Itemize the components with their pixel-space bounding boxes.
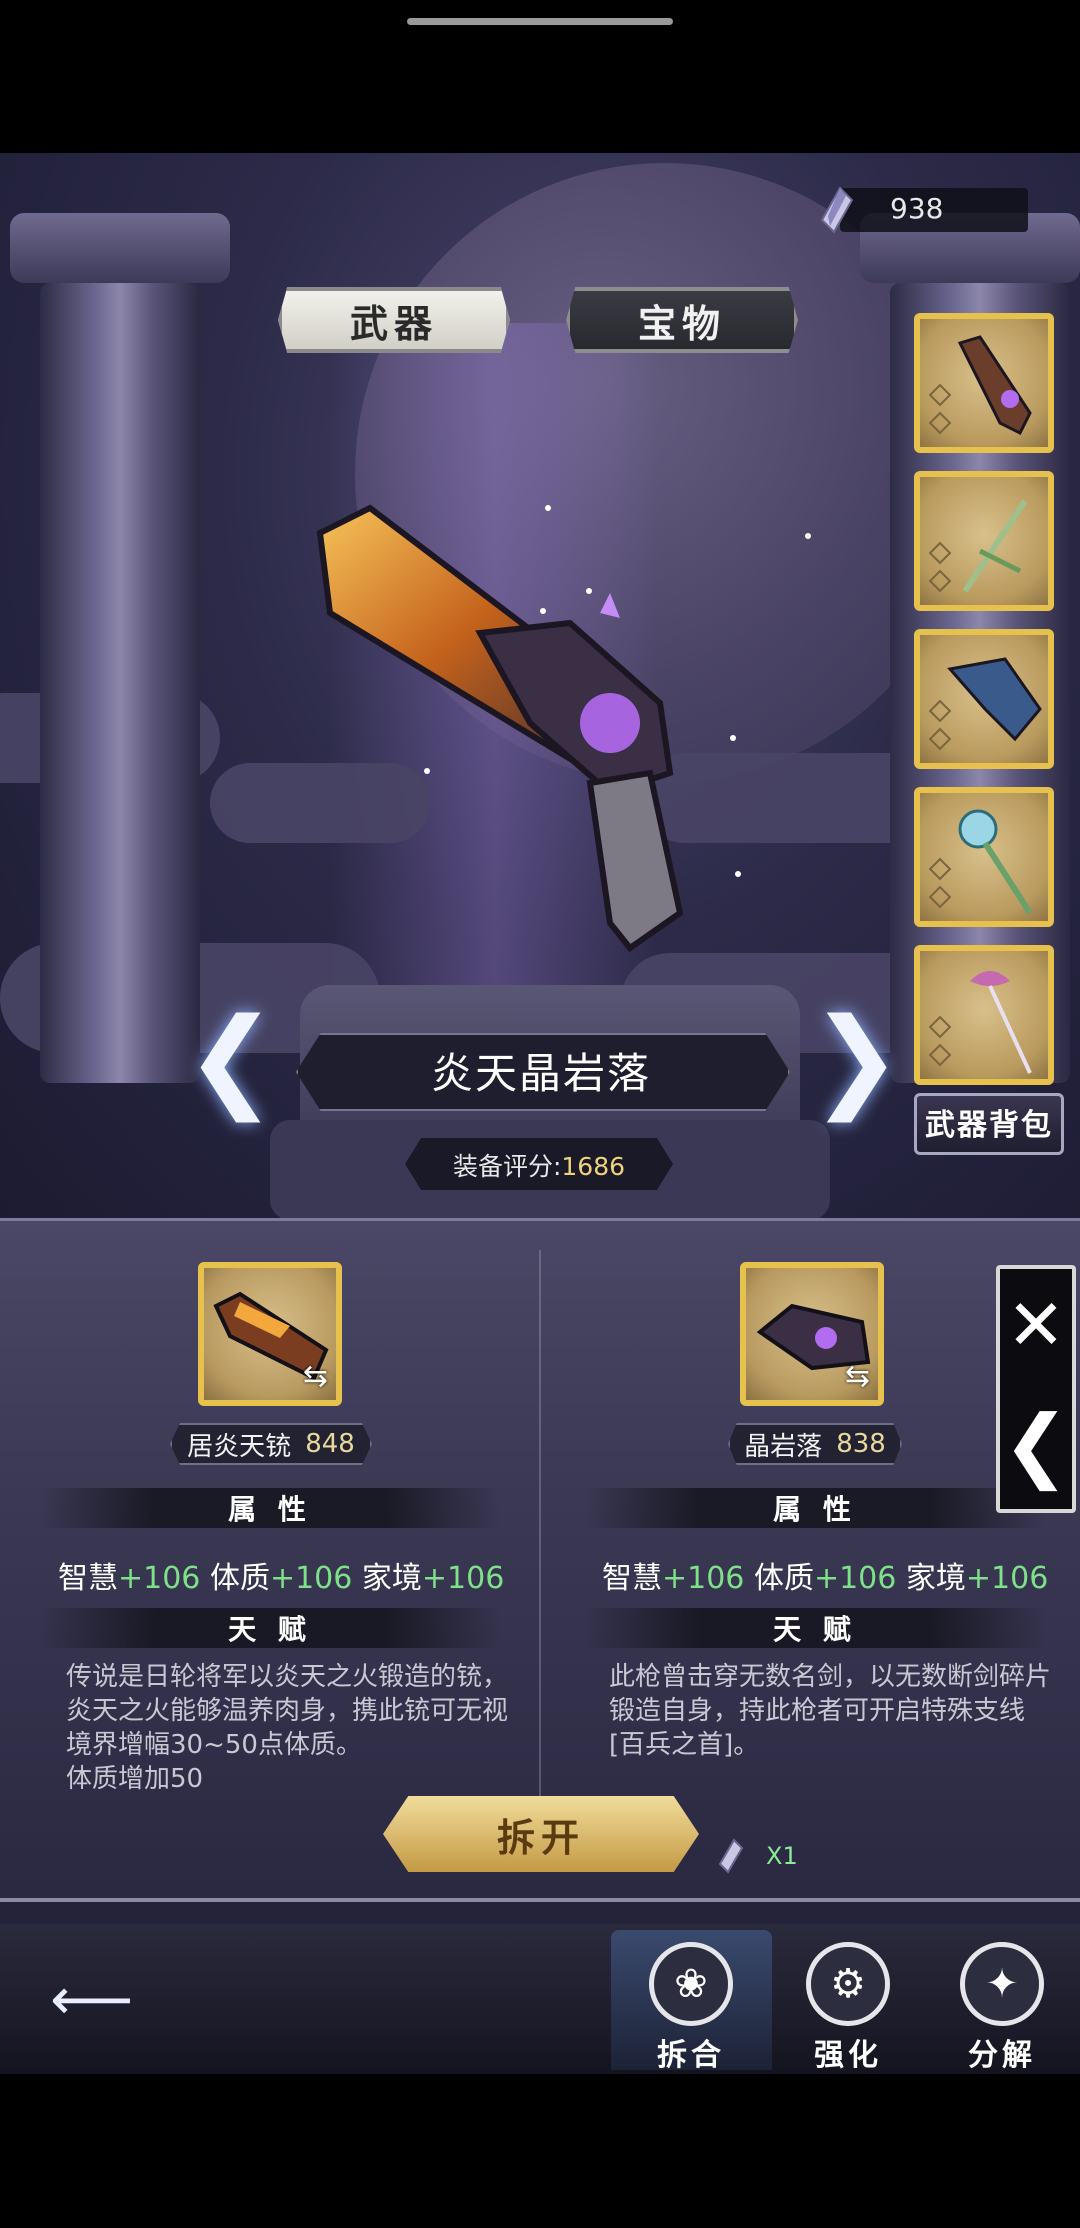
dismantle-cost: X1 xyxy=(766,1842,798,1870)
stat-value: +106 xyxy=(269,1561,353,1596)
weapon-image xyxy=(316,504,684,953)
currency-amount: 938 xyxy=(890,192,944,225)
dismantle-label: 拆开 xyxy=(496,1815,585,1860)
gear-icon: ⚙ xyxy=(806,1942,890,2026)
crystal-icon xyxy=(718,1838,744,1874)
nav-split[interactable]: ❀ 拆合 xyxy=(611,1942,771,2074)
weapon-bag-label: 武器背包 xyxy=(925,1108,1053,1143)
stat-value: +106 xyxy=(118,1561,201,1596)
prev-weapon-arrow[interactable]: ❮ xyxy=(185,1003,277,1113)
star xyxy=(805,533,811,539)
right-item-name: 晶岩落 xyxy=(744,1431,823,1462)
weapon-slot-2[interactable] xyxy=(914,471,1054,611)
bottom-accent xyxy=(0,1902,1080,1924)
star xyxy=(730,735,736,741)
right-item-tag: 晶岩落 838 xyxy=(728,1423,902,1465)
stat-label: 家境 xyxy=(361,1561,422,1596)
star xyxy=(735,871,741,877)
right-talent-desc: 此枪曾击穿无数名剑，以无数断剑碎片 锻造自身，持此枪者可开启特殊支线 [百兵之首… xyxy=(609,1662,1052,1760)
stat-label: 体质 xyxy=(753,1561,814,1596)
stat-label: 智慧 xyxy=(602,1561,662,1596)
stat-value: +106 xyxy=(965,1561,1049,1596)
stat-value: +106 xyxy=(813,1561,897,1596)
swap-icon: ⇆ xyxy=(302,1359,328,1394)
left-item-card[interactable]: ⇆ xyxy=(198,1262,342,1406)
equipment-score: 装备评分:1686 xyxy=(405,1147,673,1183)
score-label: 装备评分: xyxy=(452,1152,562,1181)
column-divider xyxy=(539,1250,541,1810)
weapon-showcase-scene: 武器 宝物 938 ❮ ❯ 炎天晶岩落 装备评分:1686 武器背包 xyxy=(0,153,1080,1218)
left-item-score: 848 xyxy=(305,1429,355,1459)
left-item-stats: 智慧+106 体质+106 家境+106 xyxy=(58,1553,504,1597)
stat-value: +106 xyxy=(421,1561,505,1596)
swap-icon: ⇆ xyxy=(844,1359,870,1394)
left-pillar xyxy=(40,283,200,1083)
crystal-icon xyxy=(820,186,854,234)
collapse-icon[interactable]: ❮ xyxy=(1000,1405,1072,1485)
weapon-name: 炎天晶岩落 xyxy=(430,1049,651,1098)
left-talent-desc: 传说是日轮将军以炎天之火锻造的铳， 炎天之火能够温养肉身，携此铳可无视 境界增幅… xyxy=(66,1662,509,1794)
nav-decompose[interactable]: ✦ 分解 xyxy=(922,1942,1080,2074)
weapon-slot-1[interactable] xyxy=(914,313,1054,453)
right-item-score: 838 xyxy=(836,1429,886,1459)
left-item-name: 居炎天铳 xyxy=(187,1431,292,1462)
left-talent-title: 天 赋 xyxy=(40,1608,500,1648)
decompose-icon: ✦ xyxy=(960,1942,1044,2026)
weapon-slot-3[interactable] xyxy=(914,629,1054,769)
stat-label: 智慧 xyxy=(58,1561,118,1596)
left-item-tag: 居炎天铳 848 xyxy=(170,1423,372,1465)
right-attr-title: 属 性 xyxy=(585,1488,1045,1528)
nav-enhance[interactable]: ⚙ 强化 xyxy=(768,1942,928,2074)
left-attr-title: 属 性 xyxy=(40,1488,500,1528)
home-indicator xyxy=(407,18,673,25)
nav-split-label: 拆合 xyxy=(657,2038,725,2073)
right-talent-title: 天 赋 xyxy=(585,1608,1045,1648)
next-weapon-arrow[interactable]: ❯ xyxy=(810,1003,902,1113)
weapon-slot-5[interactable] xyxy=(914,945,1054,1085)
tab-treasure[interactable]: 宝物 xyxy=(566,287,798,353)
weapon-slot-4[interactable] xyxy=(914,787,1054,927)
dismantle-button[interactable]: 拆开 xyxy=(383,1796,699,1872)
stat-value: +106 xyxy=(662,1561,745,1596)
nav-decompose-label: 分解 xyxy=(968,2038,1036,2073)
pillar-capital xyxy=(10,213,230,283)
divider-line xyxy=(0,1218,1080,1221)
stat-label: 家境 xyxy=(905,1561,966,1596)
right-item-card[interactable]: ⇆ xyxy=(740,1262,884,1406)
nav-enhance-label: 强化 xyxy=(814,2038,882,2073)
tab-weapon[interactable]: 武器 xyxy=(278,287,510,353)
score-value: 1686 xyxy=(561,1152,626,1181)
tab-treasure-label: 宝物 xyxy=(637,301,726,346)
split-icon: ❀ xyxy=(649,1942,733,2026)
back-arrow-icon[interactable]: ⟵ xyxy=(50,1970,170,2030)
right-item-stats: 智慧+106 体质+106 家境+106 xyxy=(602,1553,1048,1597)
stat-label: 体质 xyxy=(209,1561,270,1596)
tab-weapon-label: 武器 xyxy=(349,301,438,346)
close-icon[interactable]: ✕ xyxy=(1000,1290,1072,1360)
